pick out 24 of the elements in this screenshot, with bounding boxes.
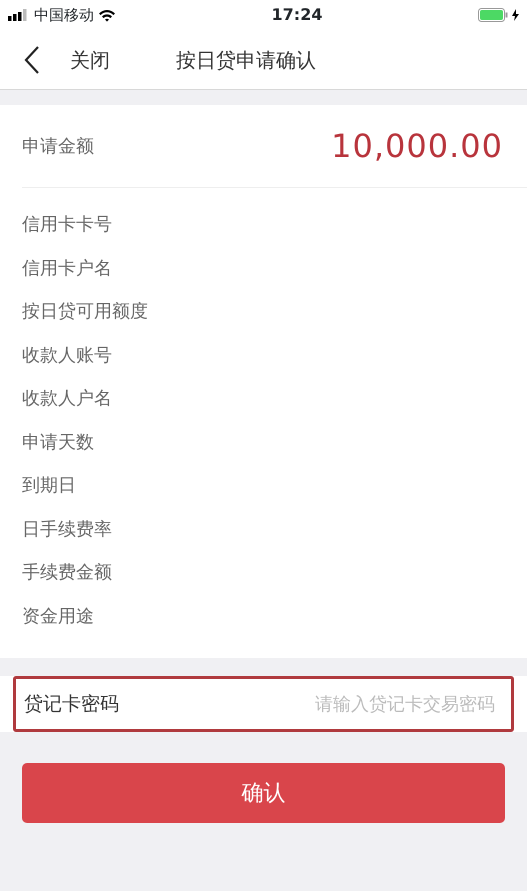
carrier-name: 中国移动 — [34, 4, 94, 26]
password-label: 贷记卡密码 — [24, 692, 119, 717]
detail-label: 按日贷可用额度 — [22, 300, 149, 324]
password-input[interactable]: 请输入贷记卡交易密码 — [119, 690, 497, 718]
detail-label: 资金用途 — [22, 604, 95, 629]
status-time: 17:24 — [272, 4, 322, 26]
confirm-button[interactable]: 确认 — [22, 763, 505, 823]
detail-label: 手续费金额 — [22, 561, 113, 586]
detail-label: 申请天数 — [22, 430, 95, 455]
detail-label: 信用卡卡号 — [22, 213, 113, 238]
detail-label: 信用卡户名 — [22, 256, 113, 281]
battery-icon — [478, 8, 508, 22]
back-button[interactable] — [24, 44, 40, 74]
password-field[interactable]: 贷记卡密码 请输入贷记卡交易密码 — [13, 676, 514, 732]
amount-value: 10,000.00 — [331, 126, 503, 167]
detail-label: 到期日 — [22, 474, 77, 498]
wifi-icon — [98, 8, 116, 22]
amount-label: 申请金额 — [22, 134, 94, 158]
page-title: 按日贷申请确认 — [176, 46, 316, 74]
detail-label: 收款人账号 — [22, 344, 113, 368]
back-icon — [24, 44, 40, 74]
close-link[interactable]: 关闭 — [70, 44, 110, 74]
detail-label: 收款人户名 — [22, 387, 113, 412]
detail-label: 日手续费率 — [22, 518, 113, 542]
